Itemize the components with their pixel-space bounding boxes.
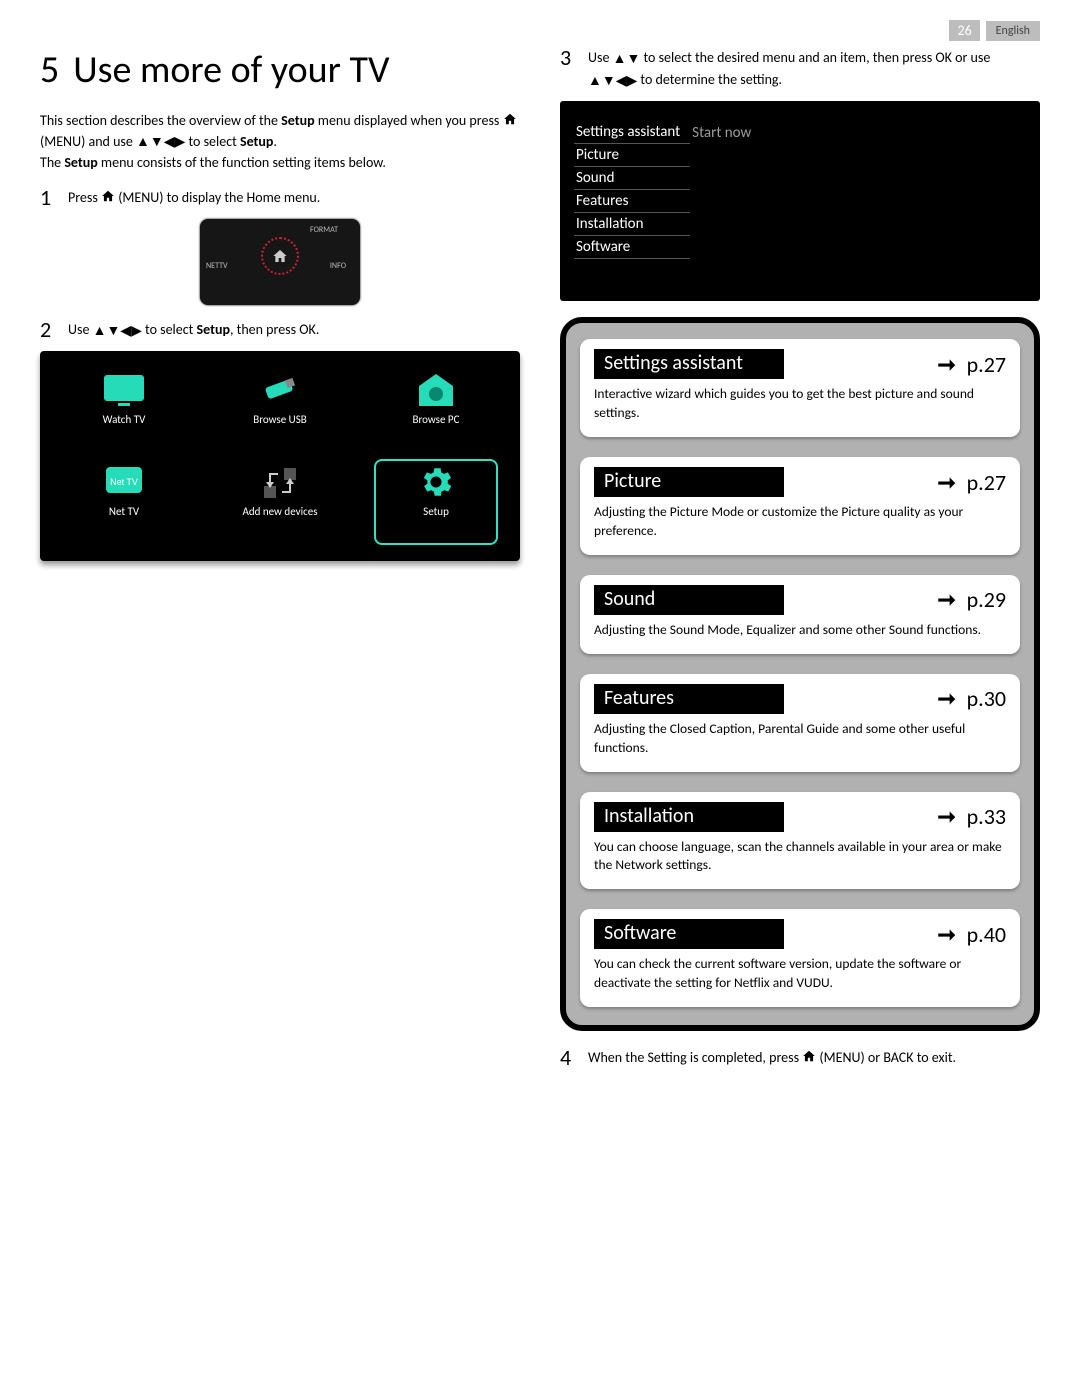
card-description: Interactive wizard which guides you to g…	[594, 385, 1006, 423]
dpad-icon: ▲▼◀▶	[93, 320, 142, 341]
menu-item-browse-usb: Browse USB	[222, 371, 338, 449]
updown-icon: ▲▼	[613, 48, 641, 69]
settings-row: Installation	[574, 213, 796, 236]
settings-row: Sound	[574, 167, 796, 190]
home-icon	[101, 188, 115, 209]
step-number: 4	[560, 1047, 576, 1069]
arrow-right-icon: ➞	[933, 803, 961, 830]
section-title: 5 Use more of your TV	[40, 47, 520, 93]
page-number: 26	[949, 20, 979, 41]
card-page-ref: ➞p.40	[933, 921, 1006, 948]
card-installation: Installation ➞p.33 You can choose langua…	[580, 792, 1020, 890]
settings-row: Settings assistantStart now	[574, 121, 796, 144]
card-page-ref: ➞p.27	[933, 469, 1006, 496]
card-title: Picture	[594, 467, 784, 497]
settings-row: Software	[574, 236, 796, 259]
card-settings-assistant: Settings assistant ➞p.27 Interactive wiz…	[580, 339, 1020, 437]
home-button-highlight	[261, 237, 299, 275]
page-header: 26 English	[40, 20, 1040, 41]
card-description: You can choose language, scan the channe…	[594, 838, 1006, 876]
card-title: Settings assistant	[594, 349, 784, 379]
section-heading-text: Use more of your TV	[73, 47, 389, 93]
intro-paragraph: This section describes the overview of t…	[40, 111, 520, 173]
nettv-button-label: NETTV	[206, 261, 228, 271]
settings-row: Features	[574, 190, 796, 213]
language-indicator: English	[986, 21, 1040, 41]
menu-item-browse-pc: Browse PC	[378, 371, 494, 449]
arrow-right-icon: ➞	[933, 586, 961, 613]
card-description: You can check the current software versi…	[594, 955, 1006, 993]
menu-item-label: Add new devices	[222, 505, 338, 518]
settings-menu-table: Settings assistantStart now Picture Soun…	[574, 121, 796, 259]
card-title: Installation	[594, 802, 784, 832]
svg-text:Net TV: Net TV	[110, 477, 138, 487]
card-page-ref: ➞p.29	[933, 586, 1006, 613]
step-2: 2 Use ▲▼◀▶ to select Setup, then press O…	[40, 319, 520, 341]
step-number: 3	[560, 47, 576, 69]
card-description: Adjusting the Closed Caption, Parental G…	[594, 720, 1006, 758]
card-software: Software ➞p.40 You can check the current…	[580, 909, 1020, 1007]
card-page-ref: ➞p.27	[933, 351, 1006, 378]
menu-item-label: Browse PC	[378, 413, 494, 426]
settings-row: Picture	[574, 144, 796, 167]
menu-item-label: Setup	[378, 505, 494, 518]
menu-item-net-tv: Net TV Net TV	[66, 463, 182, 541]
card-description: Adjusting the Sound Mode, Equalizer and …	[594, 621, 1006, 640]
menu-item-watch-tv: Watch TV	[66, 371, 182, 449]
menu-item-setup: Setup	[378, 463, 494, 541]
settings-menu-screenshot: Settings assistantStart now Picture Soun…	[560, 101, 1040, 301]
remote-illustration: FORMAT NETTV INFO	[200, 219, 360, 305]
card-title: Software	[594, 919, 784, 949]
card-description: Adjusting the Picture Mode or customize …	[594, 503, 1006, 541]
home-icon	[802, 1048, 816, 1069]
menu-item-label: Browse USB	[222, 413, 338, 426]
step-3: 3 Use ▲▼ to select the desired menu and …	[560, 47, 1040, 91]
card-features: Features ➞p.30 Adjusting the Closed Capt…	[580, 674, 1020, 772]
card-title: Sound	[594, 585, 784, 615]
dpad-icon: ▲▼◀▶	[136, 132, 185, 152]
home-icon	[503, 112, 517, 132]
section-number: 5	[40, 47, 59, 93]
arrow-right-icon: ➞	[933, 351, 961, 378]
card-page-ref: ➞p.30	[933, 685, 1006, 712]
card-page-ref: ➞p.33	[933, 803, 1006, 830]
step-number: 2	[40, 319, 56, 341]
step-1: 1 Press (MENU) to display the Home menu.	[40, 187, 520, 209]
card-title: Features	[594, 684, 784, 714]
format-button-label: FORMAT	[310, 225, 338, 235]
home-menu-screenshot: Watch TV Browse USB Browse PC Net TV Net…	[40, 351, 520, 561]
dpad-icon: ▲▼◀▶	[588, 70, 637, 91]
menu-item-label: Net TV	[66, 505, 182, 518]
arrow-right-icon: ➞	[933, 685, 961, 712]
info-button-label: INFO	[330, 261, 346, 271]
arrow-right-icon: ➞	[933, 469, 961, 496]
step-number: 1	[40, 187, 56, 209]
card-sound: Sound ➞p.29 Adjusting the Sound Mode, Eq…	[580, 575, 1020, 654]
card-picture: Picture ➞p.27 Adjusting the Picture Mode…	[580, 457, 1020, 555]
arrow-right-icon: ➞	[933, 921, 961, 948]
step-4: 4 When the Setting is completed, press (…	[560, 1047, 1040, 1069]
menu-item-add-devices: Add new devices	[222, 463, 338, 541]
menu-item-label: Watch TV	[66, 413, 182, 426]
detail-panel: Settings assistant ➞p.27 Interactive wiz…	[560, 317, 1040, 1031]
